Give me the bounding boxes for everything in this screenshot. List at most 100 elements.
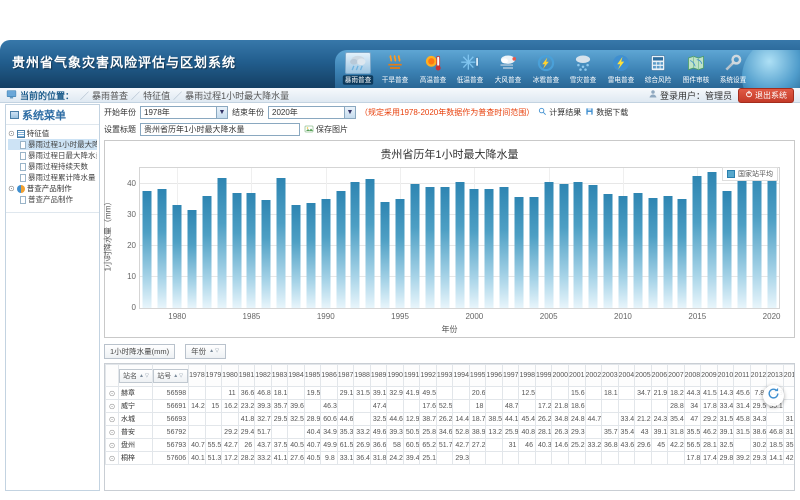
bar[interactable] bbox=[678, 199, 687, 308]
row-expand-icon[interactable]: ⊙ bbox=[106, 426, 119, 439]
nav-item-hail[interactable]: 冰雹普查 bbox=[527, 52, 565, 85]
tree-item[interactable]: 暴雨过程日最大降水量 bbox=[8, 150, 97, 161]
row-expand-icon[interactable]: ⊙ bbox=[106, 400, 119, 413]
logout-button[interactable]: 退出系统 bbox=[738, 88, 794, 103]
station-name-sort[interactable]: 站名▲▽ bbox=[119, 369, 153, 383]
bar[interactable] bbox=[514, 197, 523, 308]
bar[interactable] bbox=[455, 182, 464, 308]
calc-result-button[interactable]: 计算结果 bbox=[538, 107, 581, 118]
bar[interactable] bbox=[737, 180, 746, 308]
tree-group[interactable]: ⊙普查产品制作 bbox=[8, 183, 97, 194]
row-expand-icon[interactable]: ⊙ bbox=[106, 439, 119, 452]
bar[interactable] bbox=[292, 205, 301, 308]
value-cell: 32.5 bbox=[717, 439, 734, 452]
sort-icons[interactable]: ▲▽ bbox=[173, 373, 184, 379]
chart-legend[interactable]: 国家站平均 bbox=[722, 167, 778, 181]
bar[interactable] bbox=[663, 196, 672, 308]
bar[interactable] bbox=[544, 182, 553, 308]
nav-item-label: 图件审核 bbox=[682, 75, 709, 85]
bar[interactable] bbox=[232, 193, 241, 308]
bar[interactable] bbox=[648, 198, 657, 308]
bar[interactable] bbox=[396, 199, 405, 309]
bar[interactable] bbox=[708, 172, 717, 308]
bar[interactable] bbox=[500, 187, 509, 308]
breadcrumb-segment[interactable]: 特征值 bbox=[143, 91, 170, 101]
bar[interactable] bbox=[321, 199, 330, 308]
bar[interactable] bbox=[633, 193, 642, 308]
sort-icons[interactable]: ▲▽ bbox=[139, 373, 150, 379]
tree-item[interactable]: 暴雨过程累计降水量 bbox=[8, 172, 97, 183]
collapse-icon[interactable]: ⊙ bbox=[8, 185, 15, 193]
bar[interactable] bbox=[574, 182, 583, 308]
bar[interactable] bbox=[410, 184, 419, 308]
bar[interactable] bbox=[188, 210, 197, 308]
collapse-icon[interactable]: ⊙ bbox=[8, 130, 15, 138]
bar[interactable] bbox=[425, 187, 434, 308]
value-cell: 39.4 bbox=[403, 452, 420, 465]
bar[interactable] bbox=[767, 171, 776, 309]
breadcrumb-segment[interactable]: 暴雨过程1小时最大降水量 bbox=[185, 91, 289, 101]
nav-item-drought[interactable]: 干旱普查 bbox=[377, 52, 415, 85]
bar[interactable] bbox=[470, 189, 479, 308]
bar[interactable] bbox=[752, 168, 761, 308]
bar[interactable] bbox=[173, 205, 182, 308]
nav-item-risk[interactable]: 综合风险 bbox=[639, 52, 677, 85]
nav-item-label: 综合风险 bbox=[645, 75, 672, 85]
bar[interactable] bbox=[202, 196, 211, 308]
chevron-down-icon[interactable]: ▼ bbox=[216, 107, 227, 118]
bar[interactable] bbox=[381, 202, 390, 308]
nav-item-settings[interactable]: 系统设置 bbox=[714, 52, 752, 85]
bar[interactable] bbox=[529, 197, 538, 308]
value-cell bbox=[387, 400, 404, 413]
station-id-sort[interactable]: 站号▲▽ bbox=[153, 369, 188, 383]
tree-item[interactable]: 普查产品制作 bbox=[8, 194, 97, 205]
bar[interactable] bbox=[618, 196, 627, 308]
sort-icons[interactable]: ▲▽ bbox=[209, 348, 220, 354]
refresh-icon bbox=[767, 387, 780, 405]
row-expand-icon[interactable]: ⊙ bbox=[106, 387, 119, 400]
bar[interactable] bbox=[262, 200, 271, 308]
tree-item[interactable]: 暴雨过程持续天数 bbox=[8, 161, 97, 172]
chart-title-input[interactable] bbox=[140, 123, 300, 136]
bar[interactable] bbox=[693, 176, 702, 308]
save-image-button[interactable]: 保存图片 bbox=[304, 124, 348, 136]
bar[interactable] bbox=[306, 203, 315, 308]
start-year-select[interactable]: 1978年 ▼ bbox=[140, 106, 228, 119]
value-cell: 25.8 bbox=[420, 426, 437, 439]
tree-item[interactable]: 暴雨过程1小时最大降水量 bbox=[8, 139, 97, 150]
end-year-select[interactable]: 2020年 ▼ bbox=[268, 106, 356, 119]
bar[interactable] bbox=[158, 189, 167, 308]
breadcrumb-segment[interactable]: 暴雨普查 bbox=[92, 91, 128, 101]
bar[interactable] bbox=[351, 182, 360, 308]
tree-group[interactable]: ⊙特征值 bbox=[8, 128, 97, 139]
year-column-header: 2009 bbox=[701, 365, 718, 387]
row-expand-icon[interactable]: ⊙ bbox=[106, 413, 119, 426]
row-expand-icon[interactable]: ⊙ bbox=[106, 452, 119, 465]
bar[interactable] bbox=[604, 194, 613, 308]
bar[interactable] bbox=[366, 179, 375, 308]
nav-item-heat[interactable]: 高温普查 bbox=[414, 52, 452, 85]
bar[interactable] bbox=[559, 184, 568, 308]
bar[interactable] bbox=[485, 189, 494, 308]
bar[interactable] bbox=[217, 178, 226, 308]
bar[interactable] bbox=[336, 191, 345, 308]
nav-item-cold[interactable]: 低温普查 bbox=[452, 52, 490, 85]
value-cell bbox=[519, 400, 536, 413]
pivot-field-chip[interactable]: 年份 ▲▽ bbox=[185, 344, 226, 359]
nav-item-rain[interactable]: 暴雨普查 bbox=[339, 52, 377, 85]
nav-item-wind[interactable]: 大风普查 bbox=[489, 52, 527, 85]
bar[interactable] bbox=[589, 185, 598, 309]
bar[interactable] bbox=[277, 178, 286, 308]
nav-item-snow[interactable]: 雪灾普查 bbox=[564, 52, 602, 85]
refresh-button[interactable] bbox=[763, 385, 784, 406]
value-cell: 12.5 bbox=[519, 387, 536, 400]
pivot-measure-chip[interactable]: 1小时降水量(mm) bbox=[104, 344, 175, 359]
nav-item-lightning[interactable]: 雷电普查 bbox=[602, 52, 640, 85]
data-download-button[interactable]: 数据下载 bbox=[585, 107, 628, 118]
bar[interactable] bbox=[247, 193, 256, 308]
bar[interactable] bbox=[440, 187, 449, 308]
bar[interactable] bbox=[722, 191, 731, 308]
bar[interactable] bbox=[143, 191, 152, 308]
chevron-down-icon[interactable]: ▼ bbox=[344, 107, 355, 118]
nav-item-map-audit[interactable]: 图件审核 bbox=[677, 52, 715, 85]
